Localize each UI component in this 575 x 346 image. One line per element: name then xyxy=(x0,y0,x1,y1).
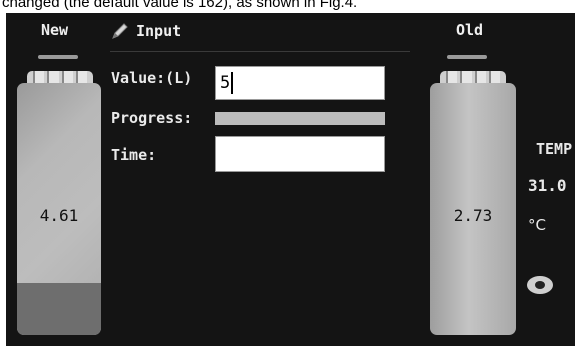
input-title: Input xyxy=(136,22,182,40)
new-tank-indicator xyxy=(38,55,78,59)
pencil-icon xyxy=(112,23,128,39)
time-field[interactable] xyxy=(215,136,385,172)
temp-label: TEMP xyxy=(536,140,573,158)
temp-value: 31.0 xyxy=(528,176,567,195)
input-header[interactable]: Input xyxy=(110,19,181,43)
value-label: Value:(L) xyxy=(111,69,193,87)
time-label: Time: xyxy=(111,146,157,164)
text-caret xyxy=(231,72,234,94)
old-tank-body: 2.73 xyxy=(430,83,516,335)
eye-icon[interactable] xyxy=(527,276,553,294)
old-tank-indicator xyxy=(447,55,487,59)
progress-bar xyxy=(215,112,385,125)
temp-unit: °C xyxy=(528,216,546,234)
new-tank-value: 4.61 xyxy=(39,206,79,225)
old-tank-title: Old xyxy=(456,21,484,39)
value-input-text: 5 xyxy=(220,73,231,93)
new-tank-lid xyxy=(27,71,93,83)
header-divider xyxy=(110,51,410,52)
new-tank-body: 4.61 xyxy=(17,83,101,335)
value-input[interactable]: 5 xyxy=(215,66,385,100)
old-tank-lid xyxy=(440,71,506,83)
new-tank-title: New xyxy=(41,21,69,39)
device-screen: New Input Old 4.61 Value:(L) 5 Progress:… xyxy=(6,13,575,346)
progress-label: Progress: xyxy=(111,109,193,127)
old-tank-value: 2.73 xyxy=(453,206,493,225)
